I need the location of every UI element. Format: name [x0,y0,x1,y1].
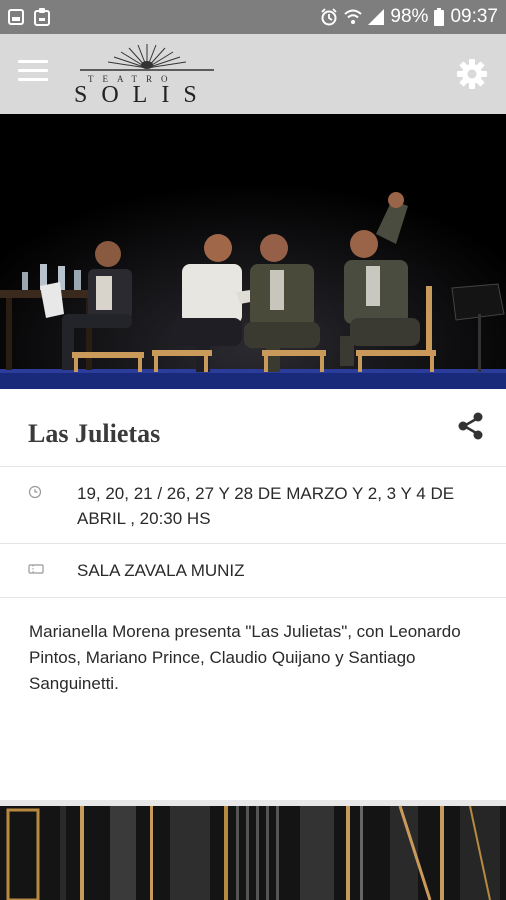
event-dates: 19, 20, 21 / 26, 27 Y 28 DE MARZO Y 2, 3… [77,484,455,528]
hamburger-menu-icon[interactable] [18,60,48,84]
event-date-row: 19, 20, 21 / 26, 27 Y 28 DE MARZO Y 2, 3… [0,467,506,544]
signal-icon [368,9,385,25]
event-venue-row: SALA ZAVALA MUNIZ [0,544,506,598]
event-description: Marianella Morena presenta "Las Julietas… [29,622,461,693]
alarm-icon [320,8,338,26]
app-bar: TEATRO SOLIS [0,34,506,114]
clipboard-icon [34,8,50,26]
status-bar: 98% 09:37 [0,0,506,34]
clock: 09:37 [450,6,498,27]
event-title-row: Las Julietas [0,389,506,467]
clock-icon [28,485,42,504]
battery-percent: 98% [390,6,429,27]
wifi-icon [344,9,363,25]
event-title: Las Julietas [28,419,161,448]
battery-icon [434,8,445,26]
ticket-icon [28,562,44,580]
teatro-solis-logo: TEATRO SOLIS [74,40,220,108]
event-hero-image [0,114,506,389]
logo-big-text: SOLIS [74,82,211,108]
event-venue: SALA ZAVALA MUNIZ [77,561,245,580]
gear-icon[interactable] [456,58,488,90]
share-icon[interactable] [456,411,486,441]
secondary-event-image [0,800,506,900]
sunburst-logo-icon [80,44,214,71]
gallery-icon [8,8,24,26]
